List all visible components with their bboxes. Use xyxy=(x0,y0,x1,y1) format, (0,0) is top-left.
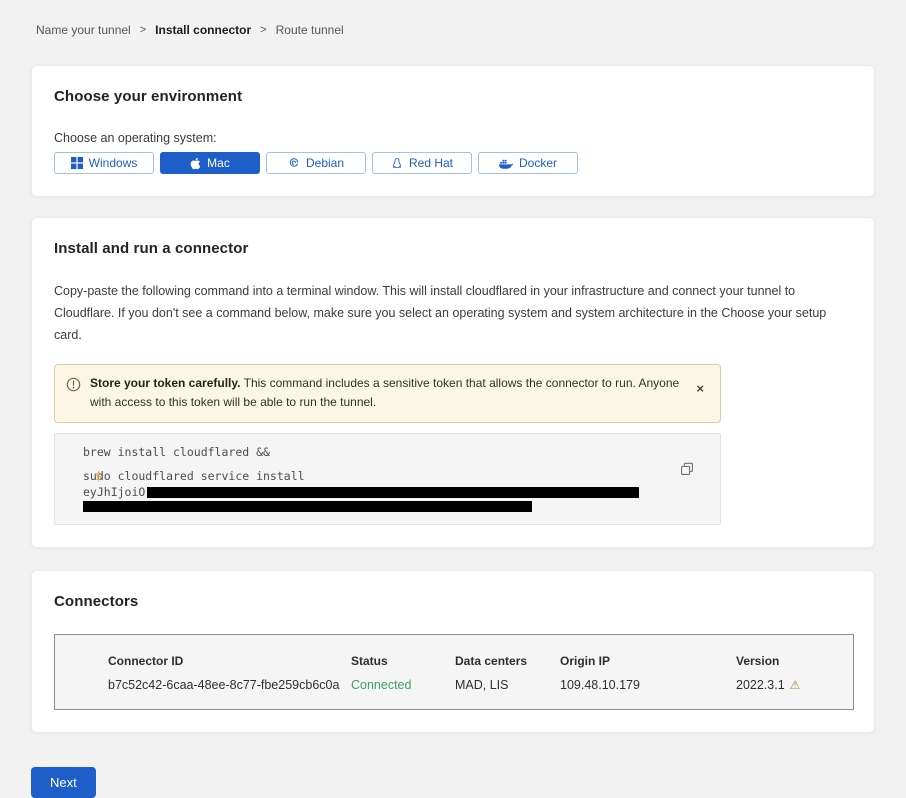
windows-icon xyxy=(71,157,83,169)
red-hat-icon xyxy=(391,157,403,170)
column-header-connector-id: Connector ID xyxy=(108,654,351,668)
environment-card-title: Choose your environment xyxy=(54,88,852,105)
install-card-title: Install and run a connector xyxy=(54,240,852,257)
next-button[interactable]: Next xyxy=(31,767,96,798)
os-button-label: Debian xyxy=(306,156,344,170)
status-badge: Connected xyxy=(351,678,455,692)
connectors-card: Connectors Connector ID Status Data cent… xyxy=(31,570,875,733)
code-token-line: eyJhIjoiO xyxy=(83,485,680,501)
os-button-windows[interactable]: Windows xyxy=(54,152,154,174)
alert-circle-icon xyxy=(66,377,81,397)
breadcrumb-route-tunnel[interactable]: Route tunnel xyxy=(276,23,344,37)
breadcrumb-name-your-tunnel[interactable]: Name your tunnel xyxy=(36,23,131,37)
connectors-table-header: Connector ID Status Data centers Origin … xyxy=(108,654,853,668)
code-line-service-install: $ sudo cloudflared service install eyJhI… xyxy=(83,469,680,512)
breadcrumb-install-connector[interactable]: Install connector xyxy=(155,23,251,37)
data-centers-value: MAD, LIS xyxy=(455,678,560,692)
token-warning-title: Store your token carefully. xyxy=(90,376,241,390)
os-button-label: Mac xyxy=(207,156,230,170)
code-line-brew: brew install cloudflared && xyxy=(83,445,680,461)
copy-icon[interactable] xyxy=(678,460,696,481)
column-header-origin-ip: Origin IP xyxy=(560,654,736,668)
install-connector-card: Install and run a connector Copy-paste t… xyxy=(31,217,875,548)
breadcrumb-separator: > xyxy=(260,24,266,36)
shell-prompt: $ xyxy=(95,469,102,485)
connectors-table: Connector ID Status Data centers Origin … xyxy=(54,634,854,710)
connector-id-value: b7c52c42-6caa-48ee-8c77-fbe259cb6c0a xyxy=(108,678,351,692)
breadcrumb: Name your tunnel > Install connector > R… xyxy=(0,0,906,37)
code-command: sudo cloudflared service install xyxy=(83,469,305,483)
column-header-data-centers: Data centers xyxy=(455,654,560,668)
debian-icon xyxy=(288,157,300,169)
token-prefix: eyJhIjoiO xyxy=(83,485,145,499)
version-number: 2022.3.1 xyxy=(736,678,785,692)
os-button-docker[interactable]: Docker xyxy=(478,152,578,174)
origin-ip-value: 109.48.10.179 xyxy=(560,678,736,692)
column-header-version: Version xyxy=(736,654,853,668)
table-row: b7c52c42-6caa-48ee-8c77-fbe259cb6c0a Con… xyxy=(108,678,853,692)
install-card-description: Copy-paste the following command into a … xyxy=(54,281,852,347)
version-value: 2022.3.1 ⚠ xyxy=(736,678,853,692)
os-button-debian[interactable]: Debian xyxy=(266,152,366,174)
redacted-token-bar xyxy=(147,487,639,498)
token-warning-text: Store your token carefully. This command… xyxy=(90,374,683,413)
install-command-codeblock: brew install cloudflared && $ sudo cloud… xyxy=(54,433,721,526)
redacted-token-bar-2 xyxy=(83,501,532,512)
os-button-group: Windows Mac Debian Red Hat Docker xyxy=(54,152,852,174)
environment-card: Choose your environment Choose an operat… xyxy=(31,65,875,197)
breadcrumb-separator: > xyxy=(140,24,146,36)
os-button-mac[interactable]: Mac xyxy=(160,152,260,174)
column-header-status: Status xyxy=(351,654,455,668)
connectors-card-title: Connectors xyxy=(54,593,852,610)
os-button-red-hat[interactable]: Red Hat xyxy=(372,152,472,174)
os-button-label: Red Hat xyxy=(409,156,453,170)
os-button-label: Docker xyxy=(519,156,557,170)
apple-icon xyxy=(190,157,201,170)
os-button-label: Windows xyxy=(89,156,138,170)
version-warning-icon: ⚠ xyxy=(790,679,801,691)
token-warning-banner: Store your token carefully. This command… xyxy=(54,364,721,423)
os-select-label: Choose an operating system: xyxy=(54,131,852,145)
close-icon[interactable]: × xyxy=(692,374,708,403)
docker-icon xyxy=(499,158,513,169)
